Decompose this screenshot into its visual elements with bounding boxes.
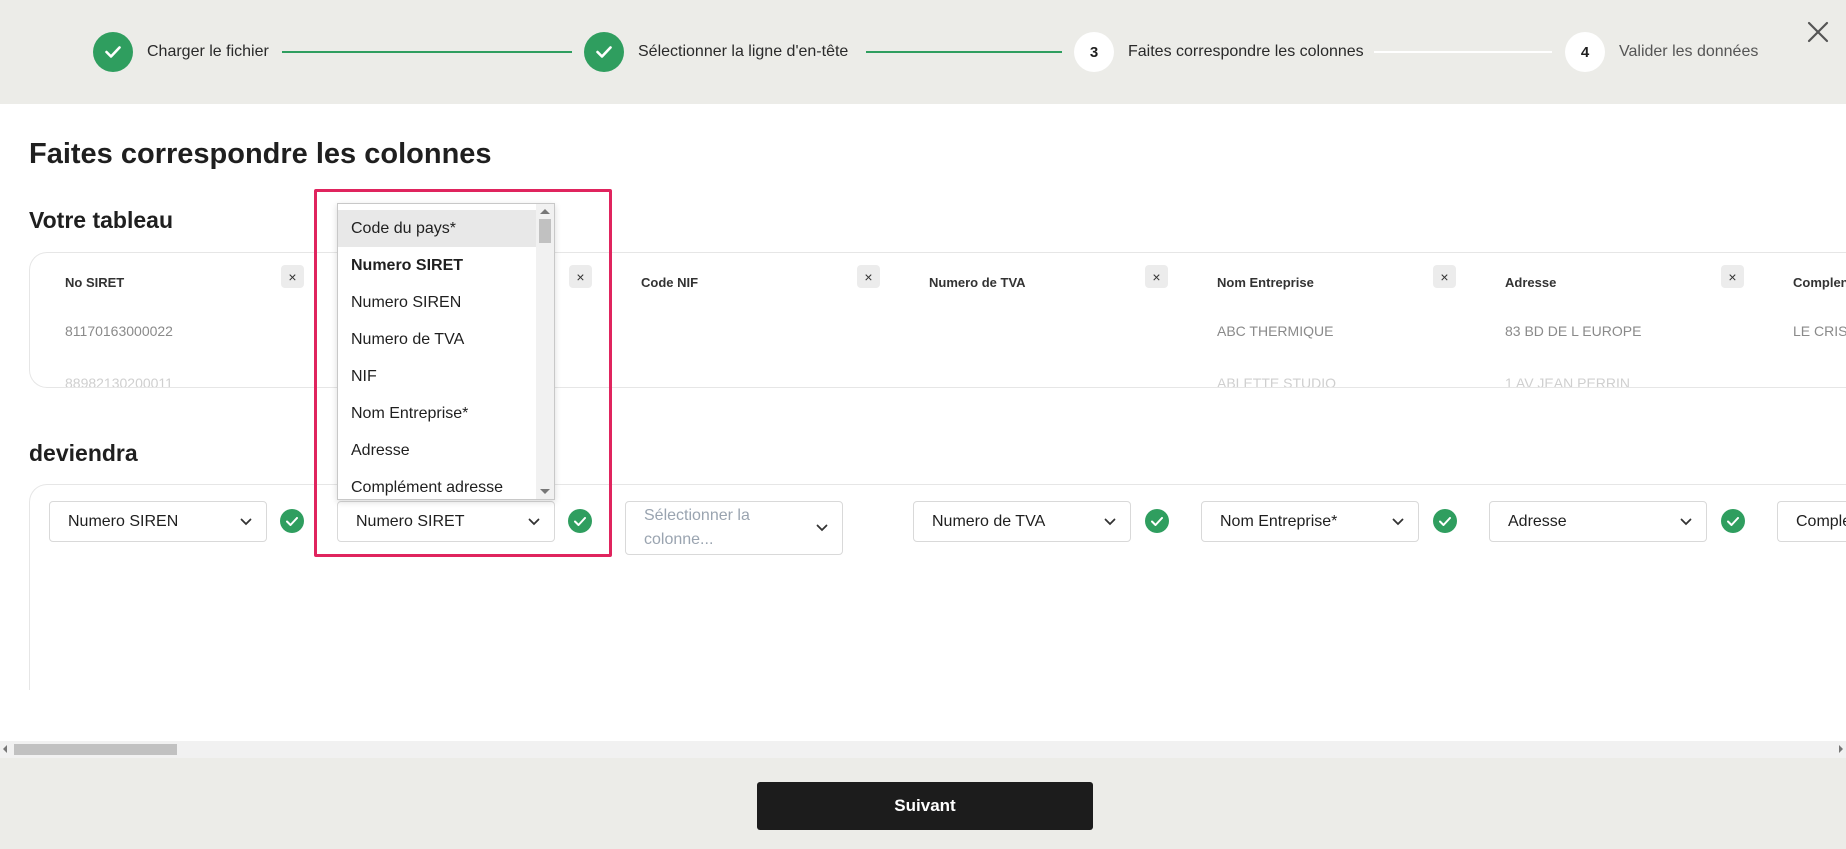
section-title-mapping: deviendra: [29, 440, 138, 466]
column-mapping-select[interactable]: Numero SIREN: [49, 501, 267, 542]
scroll-right-arrow-icon[interactable]: [1839, 745, 1843, 753]
scroll-up-arrow-icon[interactable]: [540, 209, 550, 214]
chevron-down-icon: [1680, 518, 1692, 525]
remove-column-icon[interactable]: ×: [281, 265, 304, 288]
remove-column-icon[interactable]: ×: [1145, 265, 1168, 288]
table-cell: LE CRIST: [1793, 323, 1846, 339]
column-header: No SIRET: [65, 257, 124, 307]
import-wizard: Charger le fichier Sélectionner la ligne…: [0, 0, 1846, 849]
remove-column-icon[interactable]: ×: [1433, 265, 1456, 288]
step-4: 4 Valider les données: [1565, 32, 1758, 72]
horizontal-scrollbar[interactable]: [0, 741, 1846, 758]
check-icon: [93, 32, 133, 72]
listbox-option[interactable]: Nom Entreprise*: [338, 395, 538, 432]
select-value: Numero SIRET: [356, 512, 465, 530]
select-value: Adresse: [1508, 512, 1567, 530]
select-value: Numero SIREN: [68, 512, 179, 530]
step-connector-3: [1374, 51, 1552, 53]
remove-column-icon[interactable]: ×: [569, 265, 592, 288]
column-options-listbox[interactable]: Code du pays* Numero SIRET Numero SIREN …: [337, 203, 555, 500]
step-3: 3 Faites correspondre les colonnes: [1074, 32, 1364, 72]
chevron-down-icon: [1392, 518, 1404, 525]
step-3-label: Faites correspondre les colonnes: [1128, 43, 1364, 60]
column-header-label: Code NIF: [641, 274, 699, 290]
listbox-option[interactable]: NIF: [338, 358, 538, 395]
step-1: Charger le fichier: [93, 32, 269, 72]
select-value: Nom Entreprise*: [1220, 512, 1338, 530]
listbox-scroll-thumb[interactable]: [539, 219, 551, 243]
matched-check-icon: [1721, 509, 1745, 533]
step-1-label: Charger le fichier: [147, 43, 269, 60]
step-connector-1: [282, 51, 572, 53]
listbox-option[interactable]: Numero de TVA: [338, 321, 538, 358]
column-mapping-select[interactable]: Numero SIRET: [337, 501, 555, 542]
column-header-label: No SIRET: [65, 274, 125, 290]
close-icon[interactable]: [1804, 18, 1832, 46]
section-title-table: Votre tableau: [29, 207, 173, 233]
step-connector-2: [866, 51, 1062, 53]
column-header-label: Nom Entreprise: [1217, 274, 1314, 290]
table-cell: 81170163000022: [65, 323, 173, 339]
horizontal-scroll-thumb[interactable]: [14, 744, 177, 755]
listbox-option[interactable]: Adresse: [338, 432, 538, 469]
remove-column-icon[interactable]: ×: [857, 265, 880, 288]
listbox-option[interactable]: Numero SIRET: [338, 247, 538, 284]
step-3-number: 3: [1074, 32, 1114, 72]
check-icon: [584, 32, 624, 72]
select-placeholder: Sélectionner la colonne...: [644, 507, 750, 548]
step-4-number: 4: [1565, 32, 1605, 72]
table-cell: ABLETTE STUDIO: [1217, 375, 1337, 388]
column-header: Adresse: [1505, 257, 1556, 307]
listbox-option[interactable]: Code du pays*: [338, 210, 538, 247]
step-4-label: Valider les données: [1619, 43, 1759, 60]
chevron-down-icon: [528, 518, 540, 525]
column-header-label: Numero de TVA: [929, 274, 1026, 290]
stepper-bar: Charger le fichier Sélectionner la ligne…: [0, 0, 1846, 104]
column-header-label: Complen: [1793, 274, 1846, 290]
listbox-scrollbar[interactable]: [536, 204, 554, 499]
select-value: Comple: [1796, 512, 1846, 530]
step-2-label: Sélectionner la ligne d'en-tête: [638, 43, 849, 60]
table-cell: 83 BD DE L EUROPE: [1505, 323, 1642, 339]
column-header: Nom Entreprise: [1217, 257, 1314, 307]
step-2: Sélectionner la ligne d'en-tête: [584, 32, 848, 72]
select-value: Numero de TVA: [932, 512, 1046, 530]
remove-column-icon[interactable]: ×: [1721, 265, 1744, 288]
column-mapping-select[interactable]: Nom Entreprise*: [1201, 501, 1419, 542]
matched-check-icon: [280, 509, 304, 533]
column-header: Code NIF: [641, 257, 698, 307]
chevron-down-icon: [1104, 518, 1116, 525]
table-cell: ABC THERMIQUE: [1217, 323, 1334, 339]
matched-check-icon: [1433, 509, 1457, 533]
next-button[interactable]: Suivant: [757, 782, 1093, 830]
column-mapping-select[interactable]: Sélectionner la colonne...: [625, 501, 843, 555]
column-mapping-select[interactable]: Adresse: [1489, 501, 1707, 542]
column-mapping-select[interactable]: Comple: [1777, 501, 1846, 542]
column-header-label: Adresse: [1505, 274, 1557, 290]
listbox-option[interactable]: Complément adresse: [338, 469, 538, 499]
table-cell: 1 AV JEAN PERRIN: [1505, 375, 1631, 388]
matched-check-icon: [568, 509, 592, 533]
table-cell: 88982130200011: [65, 375, 173, 388]
listbox-option[interactable]: Numero SIREN: [338, 284, 538, 321]
scroll-left-arrow-icon[interactable]: [3, 745, 7, 753]
column-header: Complen: [1793, 257, 1846, 307]
scroll-down-arrow-icon[interactable]: [540, 489, 550, 494]
page-title: Faites correspondre les colonnes: [29, 138, 492, 170]
matched-check-icon: [1145, 509, 1169, 533]
chevron-down-icon: [816, 524, 828, 532]
chevron-down-icon: [240, 518, 252, 525]
source-table: No SIRET × 81170163000022 88982130200011…: [29, 252, 1846, 388]
column-mapping-select[interactable]: Numero de TVA: [913, 501, 1131, 542]
column-header: Numero de TVA: [929, 257, 1026, 307]
